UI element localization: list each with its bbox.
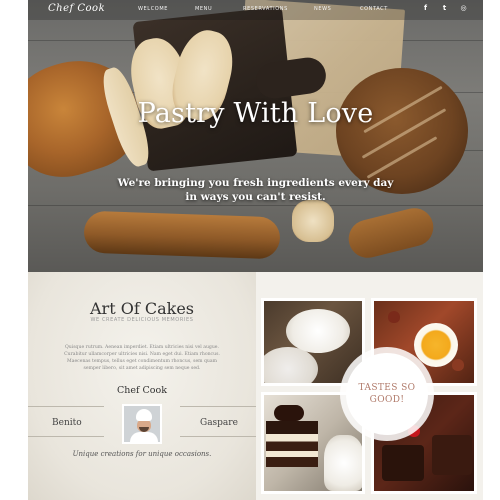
cream-dessert (324, 435, 362, 491)
baguette (83, 210, 281, 260)
hero-subtitle-line: in ways you can't resist. (185, 191, 326, 203)
flour-bowl (286, 309, 350, 353)
cake-slice (266, 421, 318, 467)
chef-hat-icon (136, 409, 152, 421)
divider-line (28, 406, 104, 407)
egg-bowl (414, 323, 458, 367)
nav-news[interactable]: NEWS (314, 6, 331, 12)
chef-heading: Chef Cook (116, 385, 167, 396)
baguette-end (344, 204, 438, 262)
hero-section: Chef Cook WELCOME MENU RESERVATIONS NEWS… (28, 0, 483, 272)
section-title: Art Of Cakes (90, 299, 194, 318)
divider-line (28, 436, 104, 437)
twitter-icon[interactable]: t (440, 4, 449, 13)
wood-plank-line (28, 205, 483, 206)
chef-name-right: Gaspare (200, 418, 238, 428)
nav-reservations[interactable]: RESERVATIONS (243, 6, 288, 12)
site-logo[interactable]: Chef Cook (48, 3, 105, 14)
divider-line (180, 436, 256, 437)
chocolate-topping (274, 405, 304, 421)
food-item (388, 311, 400, 323)
chef-avatar (122, 404, 162, 444)
gallery-image-flour[interactable] (261, 298, 365, 386)
facebook-icon[interactable]: f (421, 4, 430, 13)
chocolate-cake (432, 435, 472, 475)
bread-piece (292, 200, 334, 242)
food-item (452, 359, 464, 371)
chef-name-left: Benito (52, 418, 82, 428)
chef-quote: Unique creations for unique occasions. (72, 450, 212, 458)
divider-line (180, 406, 256, 407)
content-section: Art Of Cakes WE CREATE DELICIOUS MEMORIE… (28, 272, 483, 500)
nav-contact[interactable]: CONTACT (360, 6, 388, 12)
nav-welcome[interactable]: WELCOME (138, 6, 168, 12)
top-navigation: Chef Cook WELCOME MENU RESERVATIONS NEWS… (28, 0, 483, 20)
flour-scoop (264, 347, 318, 383)
tastes-badge: TASTES SO GOOD! (346, 353, 428, 435)
chocolate-cake (382, 445, 424, 481)
badge-label: TASTES SO GOOD! (358, 383, 416, 405)
hero-subtitle: We're bringing you fresh ingredients eve… (28, 176, 483, 204)
about-panel: Art Of Cakes WE CREATE DELICIOUS MEMORIE… (28, 272, 256, 500)
section-body-text: Quisque rutrum. Aenean imperdiet. Etiam … (64, 345, 220, 371)
hero-subtitle-line: We're bringing you fresh ingredients eve… (117, 177, 394, 189)
hero-title: Pastry With Love (137, 98, 374, 129)
chef-jacket (130, 432, 158, 442)
instagram-icon[interactable]: ◎ (459, 4, 468, 13)
section-subtitle: WE CREATE DELICIOUS MEMORIES (90, 317, 194, 323)
nav-menu[interactable]: MENU (195, 6, 212, 12)
bread-score (366, 136, 438, 179)
